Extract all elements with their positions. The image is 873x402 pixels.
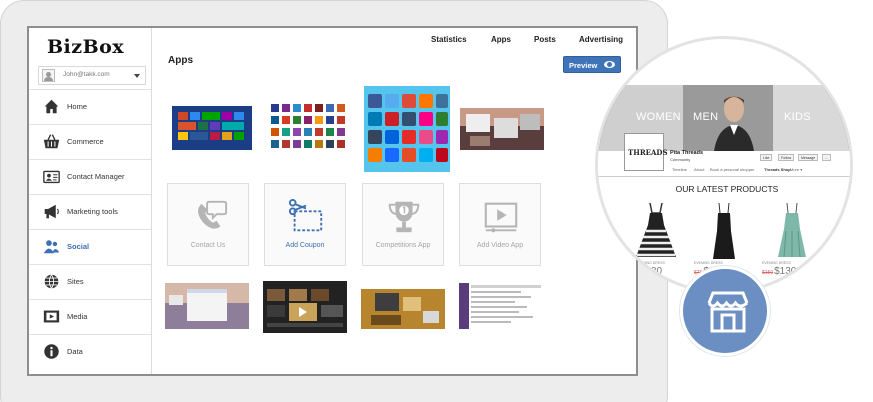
banner-word-men: MEN bbox=[693, 111, 719, 123]
app-tile-add-video-app[interactable]: Add Video App bbox=[459, 183, 541, 266]
tab-timeline[interactable]: Timeline bbox=[672, 167, 687, 172]
app-screen: BizBox John@takk.com Home Commerce Conta… bbox=[27, 26, 638, 376]
sidebar-item-marketing-tools[interactable]: Marketing tools bbox=[29, 194, 151, 229]
tab-about[interactable]: About bbox=[694, 167, 704, 172]
old-price: $150 bbox=[762, 270, 774, 276]
color-swatches bbox=[636, 279, 648, 291]
sidebar-item-social[interactable]: Social bbox=[29, 229, 151, 264]
info-icon bbox=[44, 344, 59, 359]
product-label: EVENING DRESS bbox=[694, 261, 723, 265]
sidebar-item-data[interactable]: Data bbox=[29, 334, 151, 369]
products-heading: OUR LATEST PRODUCTS bbox=[675, 184, 779, 194]
product-label: EVENING DRESS bbox=[636, 261, 665, 265]
app-tile-competitions-app[interactable]: Competitions App bbox=[362, 183, 444, 266]
user-email: John@takk.com bbox=[63, 71, 110, 78]
caret-down-icon bbox=[134, 74, 140, 78]
app-tile-contact-us[interactable]: Contact Us bbox=[167, 183, 249, 266]
nav-statistics[interactable]: Statistics bbox=[431, 35, 467, 44]
tile-label: Contact Us bbox=[190, 242, 226, 249]
scissors-coupon-icon bbox=[288, 198, 323, 232]
app-logo: BizBox bbox=[47, 36, 125, 58]
app-thumbnail-windows-start[interactable] bbox=[170, 102, 254, 154]
eye-icon bbox=[604, 61, 615, 68]
home-icon bbox=[44, 99, 59, 114]
sidebar-item-label: Data bbox=[67, 347, 83, 356]
tab-threads-shop[interactable]: Threads Shop bbox=[764, 167, 791, 172]
megaphone-icon bbox=[44, 204, 59, 219]
sidebar-item-label: Contact Manager bbox=[67, 172, 125, 181]
like-button[interactable]: Like bbox=[760, 154, 773, 161]
app-thumbnail-media-player[interactable] bbox=[263, 281, 347, 333]
phone-chat-icon bbox=[198, 200, 228, 229]
store-badge bbox=[680, 266, 770, 356]
sidebar-item-label: Media bbox=[67, 312, 88, 321]
banner-word-kids: KIDS bbox=[784, 111, 811, 123]
nav-apps[interactable]: Apps bbox=[491, 35, 511, 44]
nav-advertising[interactable]: Advertising bbox=[579, 35, 623, 44]
nav-posts[interactable]: Posts bbox=[534, 35, 556, 44]
sidebar-item-contact-manager[interactable]: Contact Manager bbox=[29, 159, 151, 194]
message-button[interactable]: Message bbox=[798, 154, 819, 161]
basket-icon bbox=[43, 134, 60, 149]
sidebar-item-sites[interactable]: Sites bbox=[29, 264, 151, 299]
sidebar-item-home[interactable]: Home bbox=[29, 89, 151, 124]
tile-label: Add Video App bbox=[476, 242, 524, 249]
tile-label: Competitions App bbox=[375, 242, 431, 249]
storefront-icon bbox=[707, 291, 749, 333]
app-thumbnail-desktop-browser[interactable] bbox=[165, 281, 249, 333]
product-image-striped-dress[interactable] bbox=[628, 201, 684, 261]
app-thumbnail-desktop-windows[interactable] bbox=[460, 102, 544, 154]
page-title: Apps bbox=[168, 55, 193, 66]
follow-button[interactable]: Follow bbox=[778, 154, 795, 161]
app-thumbnail-document-list[interactable] bbox=[459, 281, 543, 333]
sidebar-item-label: Sites bbox=[67, 277, 84, 286]
sidebar-item-label: Marketing tools bbox=[67, 207, 118, 216]
old-price: $90 bbox=[636, 270, 645, 276]
product-image-teal-dress[interactable] bbox=[764, 201, 820, 261]
globe-icon bbox=[44, 274, 59, 289]
sidebar-item-commerce[interactable]: Commerce bbox=[29, 124, 151, 159]
app-thumbnail-social-icons[interactable] bbox=[364, 86, 450, 172]
tab-more[interactable]: More ▾ bbox=[790, 167, 802, 172]
product-price: $90$80 bbox=[636, 266, 662, 277]
sidebar-item-label: Social bbox=[67, 242, 90, 251]
tile-label: Add Coupon bbox=[285, 242, 325, 249]
banner-word-women: WOMEN bbox=[636, 111, 681, 123]
model-man-photo bbox=[714, 96, 754, 151]
page-category: Community bbox=[670, 157, 691, 162]
trophy-icon bbox=[388, 201, 420, 233]
preview-button[interactable]: Preview bbox=[563, 56, 621, 73]
app-thumbnail-desktop-wood[interactable] bbox=[361, 281, 445, 333]
product-image-black-dress[interactable] bbox=[696, 201, 752, 261]
user-avatar-icon bbox=[42, 69, 55, 82]
sidebar-item-label: Commerce bbox=[67, 137, 104, 146]
app-tile-add-coupon[interactable]: Add Coupon bbox=[264, 183, 346, 266]
app-thumbnail-adobe-icons[interactable] bbox=[269, 102, 353, 154]
color-swatches bbox=[762, 279, 774, 291]
users-icon bbox=[43, 240, 60, 254]
preview-button-label: Preview bbox=[569, 61, 598, 70]
video-play-icon bbox=[484, 202, 518, 233]
contact-card-icon bbox=[43, 170, 60, 184]
user-dropdown[interactable]: John@takk.com bbox=[38, 66, 146, 85]
product-label: EVENING DRESS bbox=[762, 261, 791, 265]
threads-logo: THREADS bbox=[624, 133, 668, 171]
more-options-button[interactable]: ... bbox=[822, 154, 831, 161]
store-preview-circle: WOMEN MEN KIDS THREADS Pita Threads Comm… bbox=[595, 36, 853, 294]
sidebar: BizBox John@takk.com Home Commerce Conta… bbox=[29, 28, 152, 374]
current-price: $130 bbox=[774, 266, 797, 277]
sidebar-nav: Home Commerce Contact Manager Marketing … bbox=[29, 89, 151, 369]
sidebar-item-label: Home bbox=[67, 102, 88, 111]
page-name: Pita Threads bbox=[670, 150, 704, 156]
video-icon bbox=[43, 310, 60, 323]
product-price: $150$130 bbox=[762, 266, 796, 277]
current-price: $80 bbox=[645, 266, 663, 277]
tab-personal-shopper[interactable]: Book a personal shopper bbox=[710, 167, 754, 172]
sidebar-item-media[interactable]: Media bbox=[29, 299, 151, 334]
